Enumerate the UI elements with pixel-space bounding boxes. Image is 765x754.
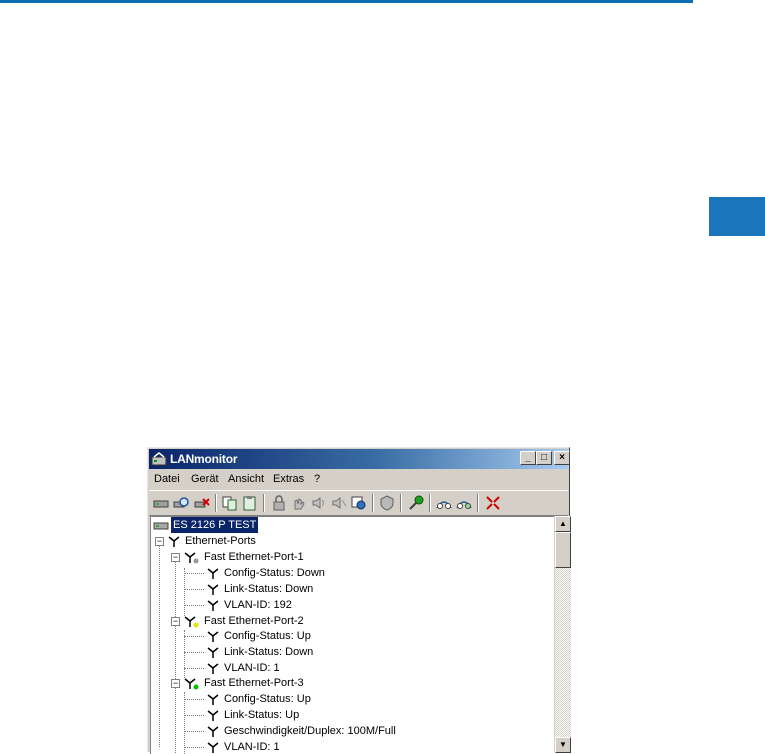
tree-line [184, 715, 204, 716]
lanmonitor-window: LANmonitor _ □ × Datei Gerät Ansicht Ext… [147, 447, 571, 754]
tree-line [184, 747, 204, 748]
speaker-icon[interactable] [310, 494, 328, 512]
network-refresh-icon[interactable] [455, 494, 473, 512]
minimize-button[interactable]: _ [520, 451, 536, 465]
maximize-button[interactable]: □ [536, 451, 552, 465]
tree-line [184, 692, 185, 754]
connect-icon[interactable] [407, 494, 425, 512]
port-status-icon [183, 614, 199, 628]
collapse-toggle[interactable]: − [155, 537, 164, 546]
ethernet-port-icon [206, 598, 220, 612]
tree-line [184, 630, 185, 678]
copy-icon[interactable] [221, 494, 239, 512]
scroll-up-button[interactable]: ▲ [555, 516, 571, 532]
port-status-icon [183, 676, 199, 690]
ethernet-port-icon [206, 645, 220, 659]
tree-line [184, 668, 204, 669]
tree-line [184, 568, 185, 616]
ethernet-port-icon [206, 724, 220, 738]
close-button[interactable]: × [554, 451, 570, 465]
toolbar-separator [263, 494, 265, 512]
menu-datei[interactable]: Datei [154, 473, 180, 485]
device-icon[interactable] [152, 494, 170, 512]
menu-extras[interactable]: Extras [273, 473, 304, 485]
lanmonitor-app-icon [151, 451, 167, 467]
collapse-toggle[interactable]: − [171, 553, 180, 562]
ethernet-port-icon [206, 708, 220, 722]
port-label: Fast Ethernet-Port-2 [204, 615, 304, 627]
menu-ansicht[interactable]: Ansicht [228, 473, 264, 485]
tree-line [184, 573, 204, 574]
vertical-scrollbar[interactable]: ▲ ▼ [555, 516, 571, 753]
leaf-label: VLAN-ID: 1 [224, 662, 280, 674]
port-label: Fast Ethernet-Port-1 [204, 551, 304, 563]
switch-device-icon [153, 518, 169, 532]
group-label: Ethernet-Ports [185, 535, 256, 547]
root-label: ES 2126 P TEST [169, 517, 260, 534]
toolbar-separator [400, 494, 402, 512]
hand-icon[interactable] [290, 494, 308, 512]
leaf-label: Link-Status: Up [224, 709, 300, 721]
ethernet-port-icon [206, 629, 220, 643]
toolbar-separator [429, 494, 431, 512]
speaker-off-icon[interactable] [330, 494, 348, 512]
lock-icon[interactable] [270, 494, 288, 512]
ethernet-port-icon [167, 534, 181, 548]
ethernet-port-icon [206, 692, 220, 706]
network-icon[interactable] [435, 494, 453, 512]
paste-icon[interactable] [241, 494, 259, 512]
device-tree[interactable]: ES 2126 P TEST − Ethernet-Ports − Fast E… [150, 516, 554, 754]
delete-icon[interactable] [193, 494, 211, 512]
tree-line [184, 589, 204, 590]
menu-help[interactable]: ? [314, 473, 320, 485]
port-status-icon [183, 550, 199, 564]
search-device-icon[interactable] [172, 494, 190, 512]
tree-line [184, 636, 204, 637]
tree-line [184, 605, 204, 606]
header-rule [0, 0, 693, 3]
tree-line [159, 537, 160, 747]
toolbar-separator [372, 494, 374, 512]
leaf-label: Geschwindigkeit/Duplex: 100M/Full [224, 725, 396, 737]
menu-geraet[interactable]: Gerät [191, 473, 219, 485]
leaf-label: VLAN-ID: 192 [224, 599, 292, 611]
shield-icon[interactable] [378, 494, 396, 512]
collapse-icon[interactable] [484, 494, 502, 512]
leaf-label: Link-Status: Down [224, 646, 314, 658]
collapse-toggle[interactable]: − [171, 679, 180, 688]
tree-line [184, 699, 204, 700]
toolbar-separator [215, 494, 217, 512]
tree-line [184, 652, 204, 653]
toolbar [149, 490, 568, 516]
chapter-tab [709, 197, 765, 236]
toolbar-separator [477, 494, 479, 512]
port-label: Fast Ethernet-Port-3 [204, 677, 304, 689]
leaf-label: Config-Status: Up [224, 693, 311, 705]
tree-line [184, 731, 204, 732]
title-bar[interactable]: LANmonitor _ □ × [149, 449, 570, 469]
scroll-down-button[interactable]: ▼ [555, 737, 571, 753]
ethernet-port-icon [206, 582, 220, 596]
menu-bar: Datei Gerät Ansicht Extras ? [149, 470, 568, 488]
ethernet-port-icon [206, 661, 220, 675]
leaf-label: Link-Status: Down [224, 583, 314, 595]
leaf-label: Config-Status: Up [224, 630, 311, 642]
scroll-thumb[interactable] [555, 532, 571, 568]
ethernet-port-icon [206, 566, 220, 580]
tree-line [175, 553, 176, 753]
window-title: LANmonitor [170, 452, 238, 466]
collapse-toggle[interactable]: − [171, 617, 180, 626]
leaf-label: Config-Status: Down [224, 567, 325, 579]
scan-icon[interactable] [350, 494, 368, 512]
